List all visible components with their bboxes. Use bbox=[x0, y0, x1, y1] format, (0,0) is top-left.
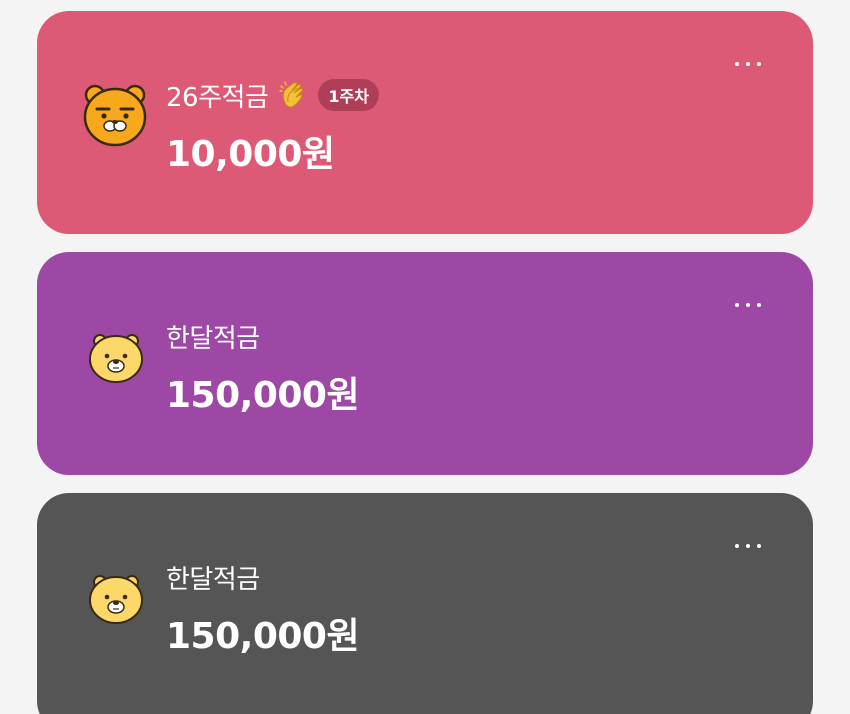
card-title: 26주적금 bbox=[166, 82, 269, 113]
savings-card[interactable]: 한달적금 150,000원 bbox=[37, 493, 813, 714]
card-title-row: 한달적금 bbox=[166, 557, 260, 597]
more-dot bbox=[735, 62, 739, 66]
card-amount: 150,000원 bbox=[166, 375, 360, 416]
choonsik-character-icon bbox=[87, 569, 145, 627]
more-options-button[interactable] bbox=[723, 49, 773, 79]
more-options-button[interactable] bbox=[723, 290, 773, 320]
more-dot bbox=[735, 303, 739, 307]
ryan-character-icon bbox=[81, 81, 149, 149]
card-title: 한달적금 bbox=[166, 323, 260, 354]
card-amount: 10,000원 bbox=[166, 134, 335, 175]
choonsik-character-icon bbox=[87, 328, 145, 386]
week-badge: 1주차 bbox=[318, 79, 379, 111]
more-dot bbox=[757, 544, 761, 548]
card-amount: 150,000원 bbox=[166, 616, 360, 657]
more-dot bbox=[746, 62, 750, 66]
card-title-row: 26주적금 1주차 bbox=[166, 75, 379, 115]
savings-list: 26주적금 1주차 10,000원 한달적금 150,000원 한달적금 150… bbox=[0, 0, 850, 714]
card-title: 한달적금 bbox=[166, 564, 260, 595]
more-dot bbox=[757, 62, 761, 66]
savings-card[interactable]: 한달적금 150,000원 bbox=[37, 252, 813, 475]
more-options-button[interactable] bbox=[723, 531, 773, 561]
more-dot bbox=[746, 303, 750, 307]
savings-card[interactable]: 26주적금 1주차 10,000원 bbox=[37, 11, 813, 234]
more-dot bbox=[735, 544, 739, 548]
more-dot bbox=[757, 303, 761, 307]
clapping-hands-icon bbox=[279, 81, 304, 108]
card-title-row: 한달적금 bbox=[166, 316, 260, 356]
more-dot bbox=[746, 544, 750, 548]
